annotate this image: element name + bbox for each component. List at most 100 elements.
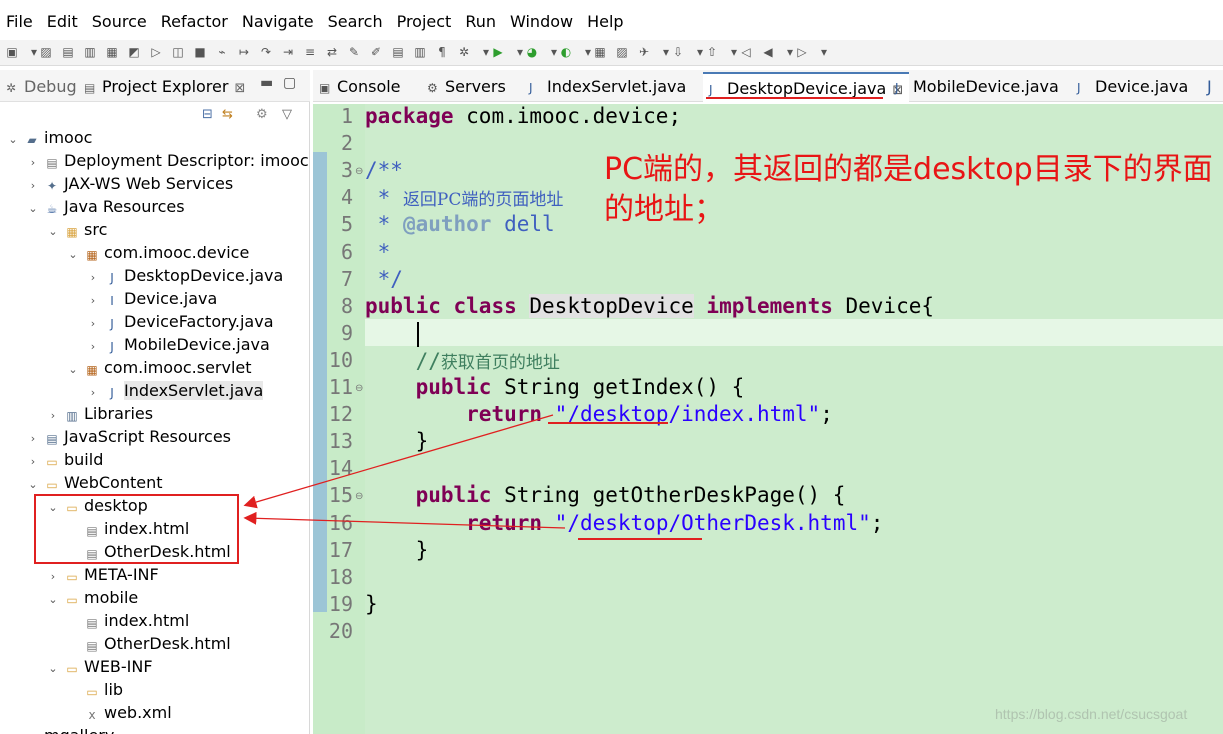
collapse-all-icon[interactable]: ⊟ (202, 107, 213, 122)
toolbar-icon[interactable]: ▥ (412, 44, 428, 60)
tree-item[interactable]: x web.xml (66, 701, 171, 724)
fold-toggle-icon[interactable]: ⊖ (355, 491, 363, 502)
toolbar-icon[interactable]: ◕ (524, 44, 540, 60)
toolbar-icon[interactable]: ≡ (302, 44, 318, 60)
menu-navigate[interactable]: Navigate (242, 12, 314, 31)
tree-item[interactable]: › ▭ META-INF (46, 563, 159, 586)
menu-run[interactable]: Run (465, 12, 496, 31)
collapse-toggle-icon[interactable]: ⌄ (46, 220, 60, 243)
expand-toggle-icon[interactable]: › (86, 266, 100, 289)
expand-toggle-icon[interactable]: › (86, 381, 100, 404)
collapse-toggle-icon[interactable]: ⌄ (66, 358, 80, 381)
menu-source[interactable]: Source (92, 12, 147, 31)
tree-item[interactable]: ▤ index.html (66, 609, 189, 632)
tree-item[interactable]: ⌄ ▰ imooc (6, 126, 92, 149)
menu-help[interactable]: Help (587, 12, 623, 31)
expand-toggle-icon[interactable]: › (46, 404, 60, 427)
tree-item[interactable]: ›▰mgallery (6, 724, 115, 734)
tab-console[interactable]: ▣ Console (319, 77, 401, 96)
toolbar-icon[interactable]: ◫ (170, 44, 186, 60)
menu-window[interactable]: Window (510, 12, 573, 31)
toolbar-icon[interactable]: ↦ (236, 44, 252, 60)
toolbar-icon[interactable]: ◀ (760, 44, 776, 60)
expand-toggle-icon[interactable]: › (6, 726, 20, 734)
tree-item[interactable]: ⌄ ▦ src (46, 218, 107, 241)
tree-item[interactable]: › ✦ JAX-WS Web Services (26, 172, 233, 195)
tree-item[interactable]: ▭ lib (66, 678, 123, 701)
toolbar-icon[interactable]: ▣ (4, 44, 20, 60)
tree-item[interactable]: ⌄ ▭ WEB-INF (46, 655, 152, 680)
toolbar-icon[interactable]: ◩ (126, 44, 142, 60)
menu-refactor[interactable]: Refactor (161, 12, 228, 31)
tree-item[interactable]: › J DeviceFactory.java (86, 310, 274, 333)
toolbar-icon[interactable]: ▶ (490, 44, 506, 60)
toolbar-icon[interactable]: ◁ (738, 44, 754, 60)
fold-toggle-icon[interactable]: ⊖ (355, 166, 363, 177)
toolbar-icon[interactable]: ✎ (346, 44, 362, 60)
collapse-toggle-icon[interactable]: ⌄ (26, 473, 40, 496)
tab-servers[interactable]: ⚙ Servers (427, 77, 506, 96)
toolbar-icon[interactable]: ▦ (592, 44, 608, 60)
expand-toggle-icon[interactable]: › (26, 450, 40, 473)
tree-item[interactable]: ⌄ ☕ Java Resources (26, 195, 184, 220)
toolbar-icon[interactable]: ▷ (148, 44, 164, 60)
tree-item[interactable]: ⌄ ▭ mobile (46, 586, 138, 609)
collapse-toggle-icon[interactable]: ⌄ (26, 197, 40, 220)
collapse-toggle-icon[interactable]: ⌄ (6, 128, 20, 151)
filter-icon[interactable]: ⚙ (256, 107, 268, 122)
expand-toggle-icon[interactable]: › (26, 151, 40, 174)
toolbar-icon[interactable]: ⇩ (670, 44, 686, 60)
toolbar-icon[interactable]: ▤ (390, 44, 406, 60)
tab-mobiledevice-java[interactable]: J MobileDevice.java (895, 77, 1059, 96)
toolbar-icon[interactable]: ⇧ (704, 44, 720, 60)
toolbar-icon[interactable]: ▾ (816, 44, 832, 60)
toolbar-icon[interactable]: ¶ (434, 44, 450, 60)
toolbar-icon[interactable]: ⌁ (214, 44, 230, 60)
tree-item[interactable]: › ▤ JavaScript Resources (26, 425, 231, 448)
tab-device-java[interactable]: J Device.java (1077, 77, 1188, 96)
toolbar-icon[interactable]: ▦ (104, 44, 120, 60)
collapse-toggle-icon[interactable]: ⌄ (46, 588, 60, 611)
toolbar-icon[interactable]: ▷ (794, 44, 810, 60)
close-icon[interactable]: ⊠ (234, 81, 245, 96)
maximize-icon[interactable]: ▢ (283, 75, 296, 91)
tree-item[interactable]: ⌄ ▭ WebContent (26, 471, 162, 496)
expand-toggle-icon[interactable]: › (26, 427, 40, 450)
expand-toggle-icon[interactable]: › (46, 565, 60, 588)
fold-toggle-icon[interactable]: ⊖ (355, 383, 363, 394)
menu-file[interactable]: File (6, 12, 33, 31)
toolbar-icon[interactable]: ✐ (368, 44, 384, 60)
tab-indexservlet-java[interactable]: J IndexServlet.java (529, 77, 686, 96)
expand-toggle-icon[interactable]: › (26, 174, 40, 197)
tree-item[interactable]: › J IndexServlet.java (86, 379, 264, 404)
minimize-icon[interactable]: ▬ (260, 75, 273, 91)
expand-toggle-icon[interactable]: › (86, 312, 100, 335)
toolbar-icon[interactable]: ▨ (38, 44, 54, 60)
expand-toggle-icon[interactable]: › (86, 289, 100, 312)
toolbar-icon[interactable]: ▤ (60, 44, 76, 60)
tree-item[interactable]: ⌄ ▦ com.imooc.device (66, 241, 249, 264)
toolbar-icon[interactable]: ✲ (456, 44, 472, 60)
tree-item[interactable]: › ▤ Deployment Descriptor: imooc (26, 149, 309, 172)
collapse-toggle-icon[interactable]: ⌄ (66, 243, 80, 266)
link-editor-icon[interactable]: ⇆ (222, 107, 233, 122)
tab-debug[interactable]: ✲ Debug (6, 77, 77, 96)
toolbar-icon[interactable]: ◐ (558, 44, 574, 60)
tree-item[interactable]: › I Device.java (86, 287, 218, 312)
tree-item[interactable]: › ▭ build (26, 448, 104, 473)
menu-project[interactable]: Project (397, 12, 452, 31)
menu-edit[interactable]: Edit (47, 12, 78, 31)
tab-overflow-icon[interactable]: J (1207, 77, 1212, 96)
expand-toggle-icon[interactable]: › (86, 335, 100, 358)
toolbar-icon[interactable]: ↷ (258, 44, 274, 60)
collapse-toggle-icon[interactable]: ⌄ (46, 657, 60, 680)
toolbar-icon[interactable]: ▥ (82, 44, 98, 60)
tree-item[interactable]: ⌄ ▦ com.imooc.servlet (66, 356, 251, 381)
tree-item[interactable]: › ▥ Libraries (46, 402, 153, 425)
toolbar-icon[interactable]: ⇄ (324, 44, 340, 60)
toolbar-icon[interactable]: ✈ (636, 44, 652, 60)
tree-item[interactable]: › J DesktopDevice.java (86, 264, 284, 289)
tree-item[interactable]: ▤ OtherDesk.html (66, 632, 230, 655)
toolbar-icon[interactable]: ▨ (614, 44, 630, 60)
view-menu-icon[interactable]: ▽ (282, 107, 292, 122)
